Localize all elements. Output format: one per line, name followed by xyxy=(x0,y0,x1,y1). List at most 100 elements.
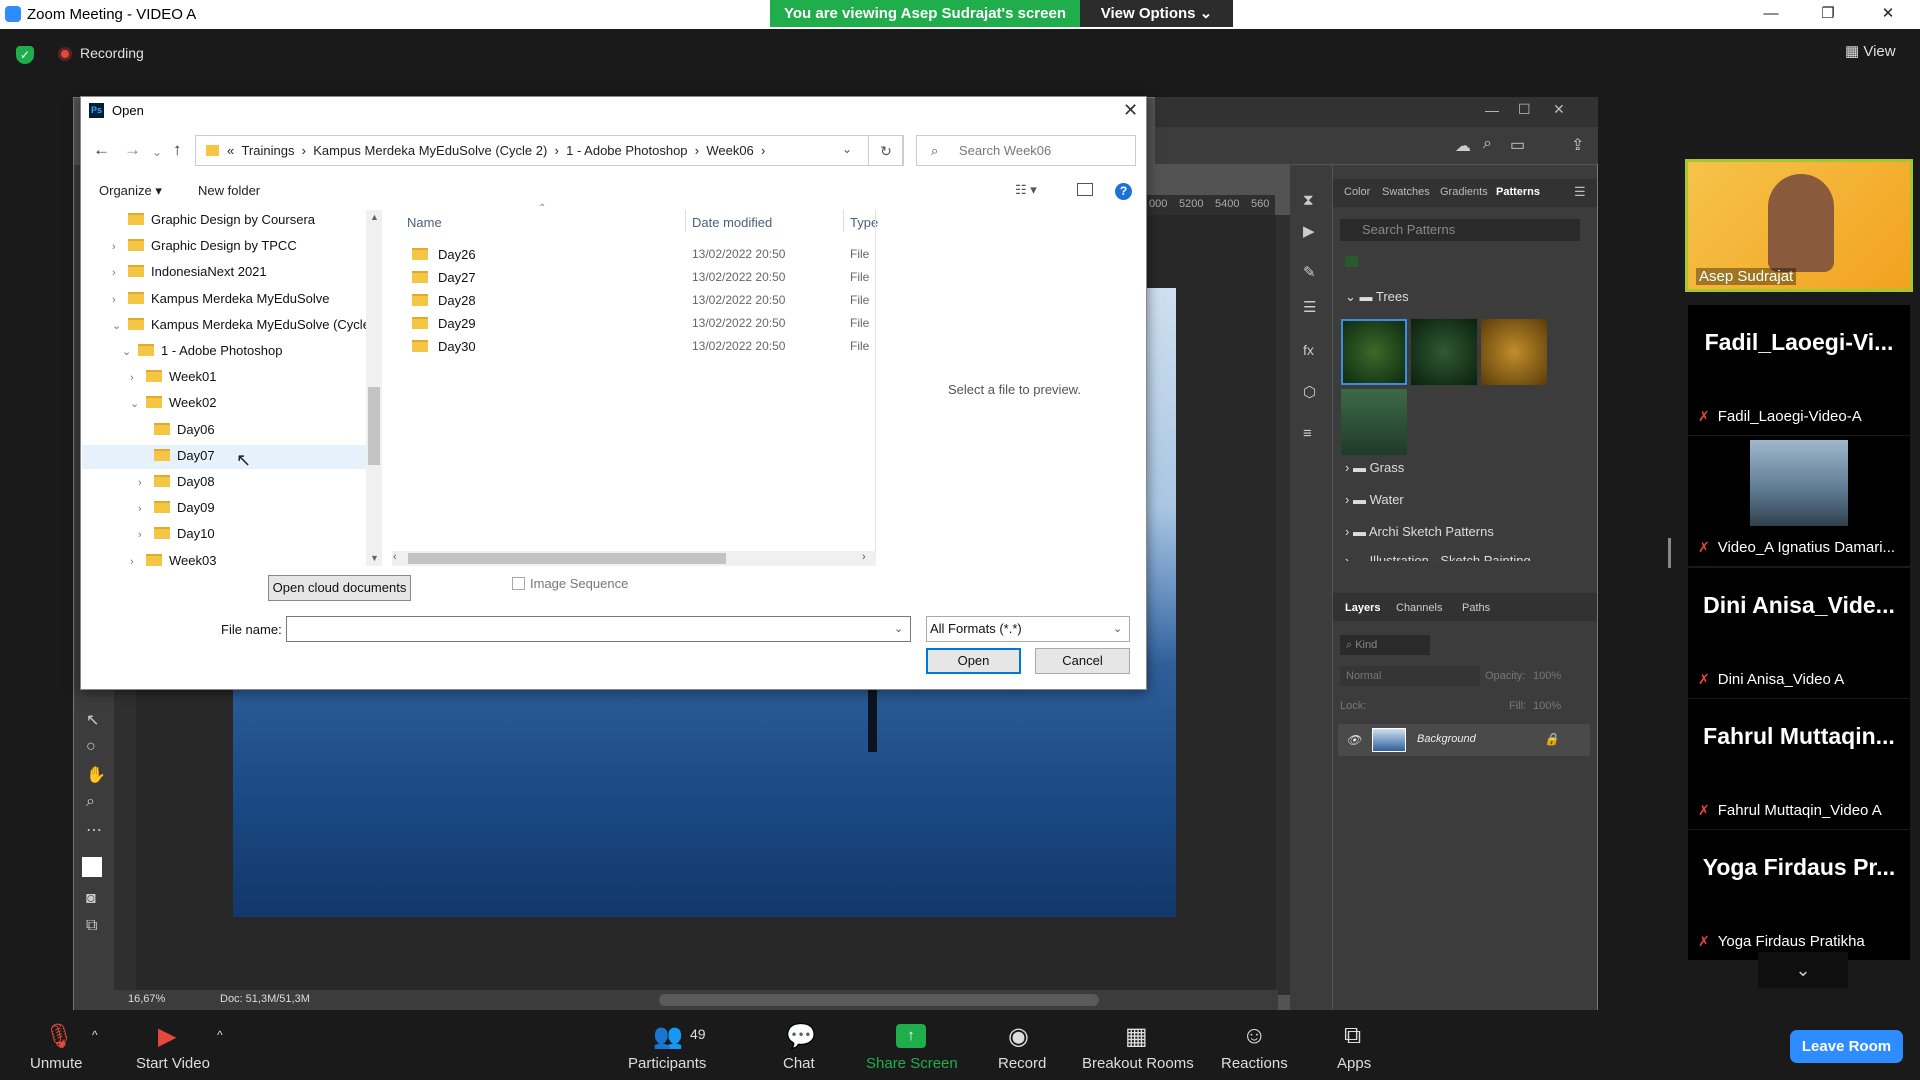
tree-item[interactable]: Day06 xyxy=(138,418,215,442)
tree-item[interactable]: › Day10 xyxy=(138,522,215,546)
forward-icon[interactable]: → xyxy=(124,140,141,160)
scroll-right-icon[interactable]: › xyxy=(862,551,866,563)
file-row[interactable]: Day27 13/02/2022 20:50 File xyxy=(412,266,869,289)
tree-item[interactable]: Graphic Design by Coursera xyxy=(112,208,315,232)
video-tile-featured[interactable]: Asep Sudrajat xyxy=(1685,159,1913,292)
chat-button[interactable]: Chat xyxy=(783,1055,815,1072)
chevron-right-icon[interactable]: › xyxy=(130,550,146,568)
quick-mask-icon[interactable]: ◙ xyxy=(86,890,96,908)
chevron-right-icon[interactable]: › xyxy=(130,366,146,390)
unmute-button[interactable]: Unmute xyxy=(30,1055,83,1072)
organize-button[interactable]: Organize ▾ xyxy=(99,183,162,199)
checkbox-box[interactable] xyxy=(512,577,525,590)
preview-pane-icon[interactable] xyxy=(1077,183,1093,196)
file-scroll-thumb[interactable] xyxy=(408,553,726,564)
record-icon[interactable]: ◉ xyxy=(1008,1022,1029,1051)
file-name-dropdown-icon[interactable]: ⌄ xyxy=(894,622,903,635)
chevron-right-icon[interactable]: › xyxy=(112,261,128,285)
canvas-vertical-scrollbar[interactable] xyxy=(1276,215,1290,995)
canvas-horizontal-scrollbar[interactable] xyxy=(659,994,1099,1006)
tree-scroll-thumb[interactable] xyxy=(368,387,380,465)
fx-icon[interactable]: fx xyxy=(1303,342,1314,358)
file-row[interactable]: Day29 13/02/2022 20:50 File xyxy=(412,312,869,335)
chevron-right-icon[interactable]: › xyxy=(112,235,128,259)
history-icon[interactable]: ⧗ xyxy=(1303,192,1314,209)
breadcrumb[interactable]: 1 - Adobe Photoshop xyxy=(566,143,687,158)
panel-menu-icon[interactable]: ☰ xyxy=(1574,184,1586,200)
direct-select-tool-icon[interactable]: ↖ xyxy=(86,710,99,730)
search-icon[interactable]: ⌕ xyxy=(1483,135,1492,153)
group-archi[interactable]: › ▬ Archi Sketch Patterns xyxy=(1345,524,1494,539)
brush-settings-icon[interactable]: ✎ xyxy=(1303,263,1316,281)
group-grass[interactable]: › ▬ Grass xyxy=(1345,460,1404,475)
gallery-next-icon[interactable]: ⌄ xyxy=(1758,952,1848,988)
reactions-icon[interactable]: ☺ xyxy=(1242,1022,1267,1050)
minimize-button[interactable]: — xyxy=(1748,2,1794,26)
opacity-value[interactable]: 100% xyxy=(1533,670,1561,682)
dialog-close-icon[interactable]: ✕ xyxy=(1123,100,1138,121)
foreground-color-swatch[interactable] xyxy=(82,857,102,877)
column-header-date[interactable]: Date modified xyxy=(692,215,772,230)
zoom-tool-icon[interactable]: ⌕ xyxy=(86,793,95,811)
breadcrumb[interactable]: Kampus Merdeka MyEduSolve (Cycle 2) xyxy=(313,143,547,158)
scroll-up-icon[interactable]: ▲ xyxy=(370,212,379,222)
zoom-level[interactable]: 16,67% xyxy=(128,993,165,1005)
help-icon[interactable]: ? xyxy=(1115,183,1132,200)
tab-gradients[interactable]: Gradients xyxy=(1440,186,1488,198)
new-folder-button[interactable]: New folder xyxy=(198,183,260,198)
leave-room-button[interactable]: Leave Room xyxy=(1790,1030,1903,1063)
properties-icon[interactable]: ≡ xyxy=(1303,425,1312,442)
chevron-up-icon[interactable]: ^ xyxy=(92,1028,98,1042)
file-row[interactable]: Day26 13/02/2022 20:50 File xyxy=(412,243,869,266)
video-tile[interactable]: Fadil_Laoegi-Vi... ✗ Fadil_Laoegi-Video-A xyxy=(1688,305,1910,435)
pattern-search-input[interactable]: Search Patterns xyxy=(1340,219,1580,241)
breadcrumb[interactable]: Trainings xyxy=(241,143,294,158)
open-button[interactable]: Open xyxy=(926,648,1021,674)
tree-item[interactable]: ⌄ 1 - Adobe Photoshop xyxy=(122,339,282,363)
tab-patterns[interactable]: Patterns xyxy=(1496,186,1540,198)
breakout-rooms-icon[interactable]: ▦ xyxy=(1125,1022,1148,1051)
fill-value[interactable]: 100% xyxy=(1533,700,1561,712)
tree-item[interactable]: › Week01 xyxy=(130,365,216,389)
pattern-thumb-trees-2[interactable] xyxy=(1411,319,1477,385)
3d-icon[interactable]: ⬡ xyxy=(1303,383,1316,401)
eye-icon[interactable]: 👁 xyxy=(1346,733,1361,747)
apps-button[interactable]: Apps xyxy=(1337,1055,1371,1072)
muted-mic-icon[interactable]: 🎙 xyxy=(44,1022,74,1051)
breadcrumb[interactable]: Week06 xyxy=(706,143,753,158)
group-water[interactable]: › ▬ Water xyxy=(1345,492,1404,507)
blend-mode-select[interactable]: Normal xyxy=(1340,666,1480,686)
play-action-icon[interactable]: ▶ xyxy=(1303,222,1315,240)
tab-color[interactable]: Color xyxy=(1344,186,1370,198)
recent-icon[interactable]: ⌄ xyxy=(152,145,162,159)
format-select[interactable]: All Formats (*.*) ⌄ xyxy=(926,616,1130,642)
pattern-thumb-trees-4[interactable] xyxy=(1341,389,1407,455)
new-pattern-icon[interactable] xyxy=(1345,256,1358,267)
start-video-button[interactable]: Start Video xyxy=(136,1055,210,1072)
open-cloud-documents-button[interactable]: Open cloud documents xyxy=(268,575,411,601)
image-sequence-checkbox[interactable]: Image Sequence xyxy=(512,576,628,591)
record-button[interactable]: Record xyxy=(998,1055,1046,1072)
chevron-down-icon[interactable]: ⌄ xyxy=(122,340,138,364)
tree-item[interactable]: › Week03 xyxy=(130,549,216,568)
restore-button[interactable]: ❐ xyxy=(1805,2,1851,26)
up-icon[interactable]: ↑ xyxy=(173,140,182,160)
layer-background[interactable]: 👁 Background 🔒 xyxy=(1338,724,1590,756)
tree-item[interactable]: ⌄ Week02 xyxy=(130,391,216,415)
pattern-thumb-trees-1[interactable] xyxy=(1341,319,1407,385)
cloud-icon[interactable]: ☁ xyxy=(1455,136,1471,156)
tab-paths[interactable]: Paths xyxy=(1462,602,1490,614)
pattern-thumb-trees-3[interactable] xyxy=(1481,319,1547,385)
breakout-rooms-button[interactable]: Breakout Rooms xyxy=(1082,1055,1194,1072)
scroll-down-icon[interactable]: ▼ xyxy=(370,553,379,563)
ps-close-icon[interactable]: ✕ xyxy=(1553,101,1565,118)
chevron-up-icon[interactable]: ^ xyxy=(217,1028,223,1042)
video-off-icon[interactable]: ▶ xyxy=(158,1022,176,1051)
tab-swatches[interactable]: Swatches xyxy=(1382,186,1430,198)
share-icon[interactable]: ⇪ xyxy=(1571,135,1584,155)
participants-icon[interactable]: 👥 xyxy=(653,1022,683,1051)
group-illustration[interactable]: › ▬ Illustration - Sketch Painting xyxy=(1345,553,1531,561)
view-button[interactable]: ▦ View xyxy=(1845,42,1896,60)
chevron-right-icon[interactable]: › xyxy=(138,471,154,495)
video-tile[interactable]: Yoga Firdaus Pr... ✗ Yoga Firdaus Pratikh… xyxy=(1688,830,1910,960)
